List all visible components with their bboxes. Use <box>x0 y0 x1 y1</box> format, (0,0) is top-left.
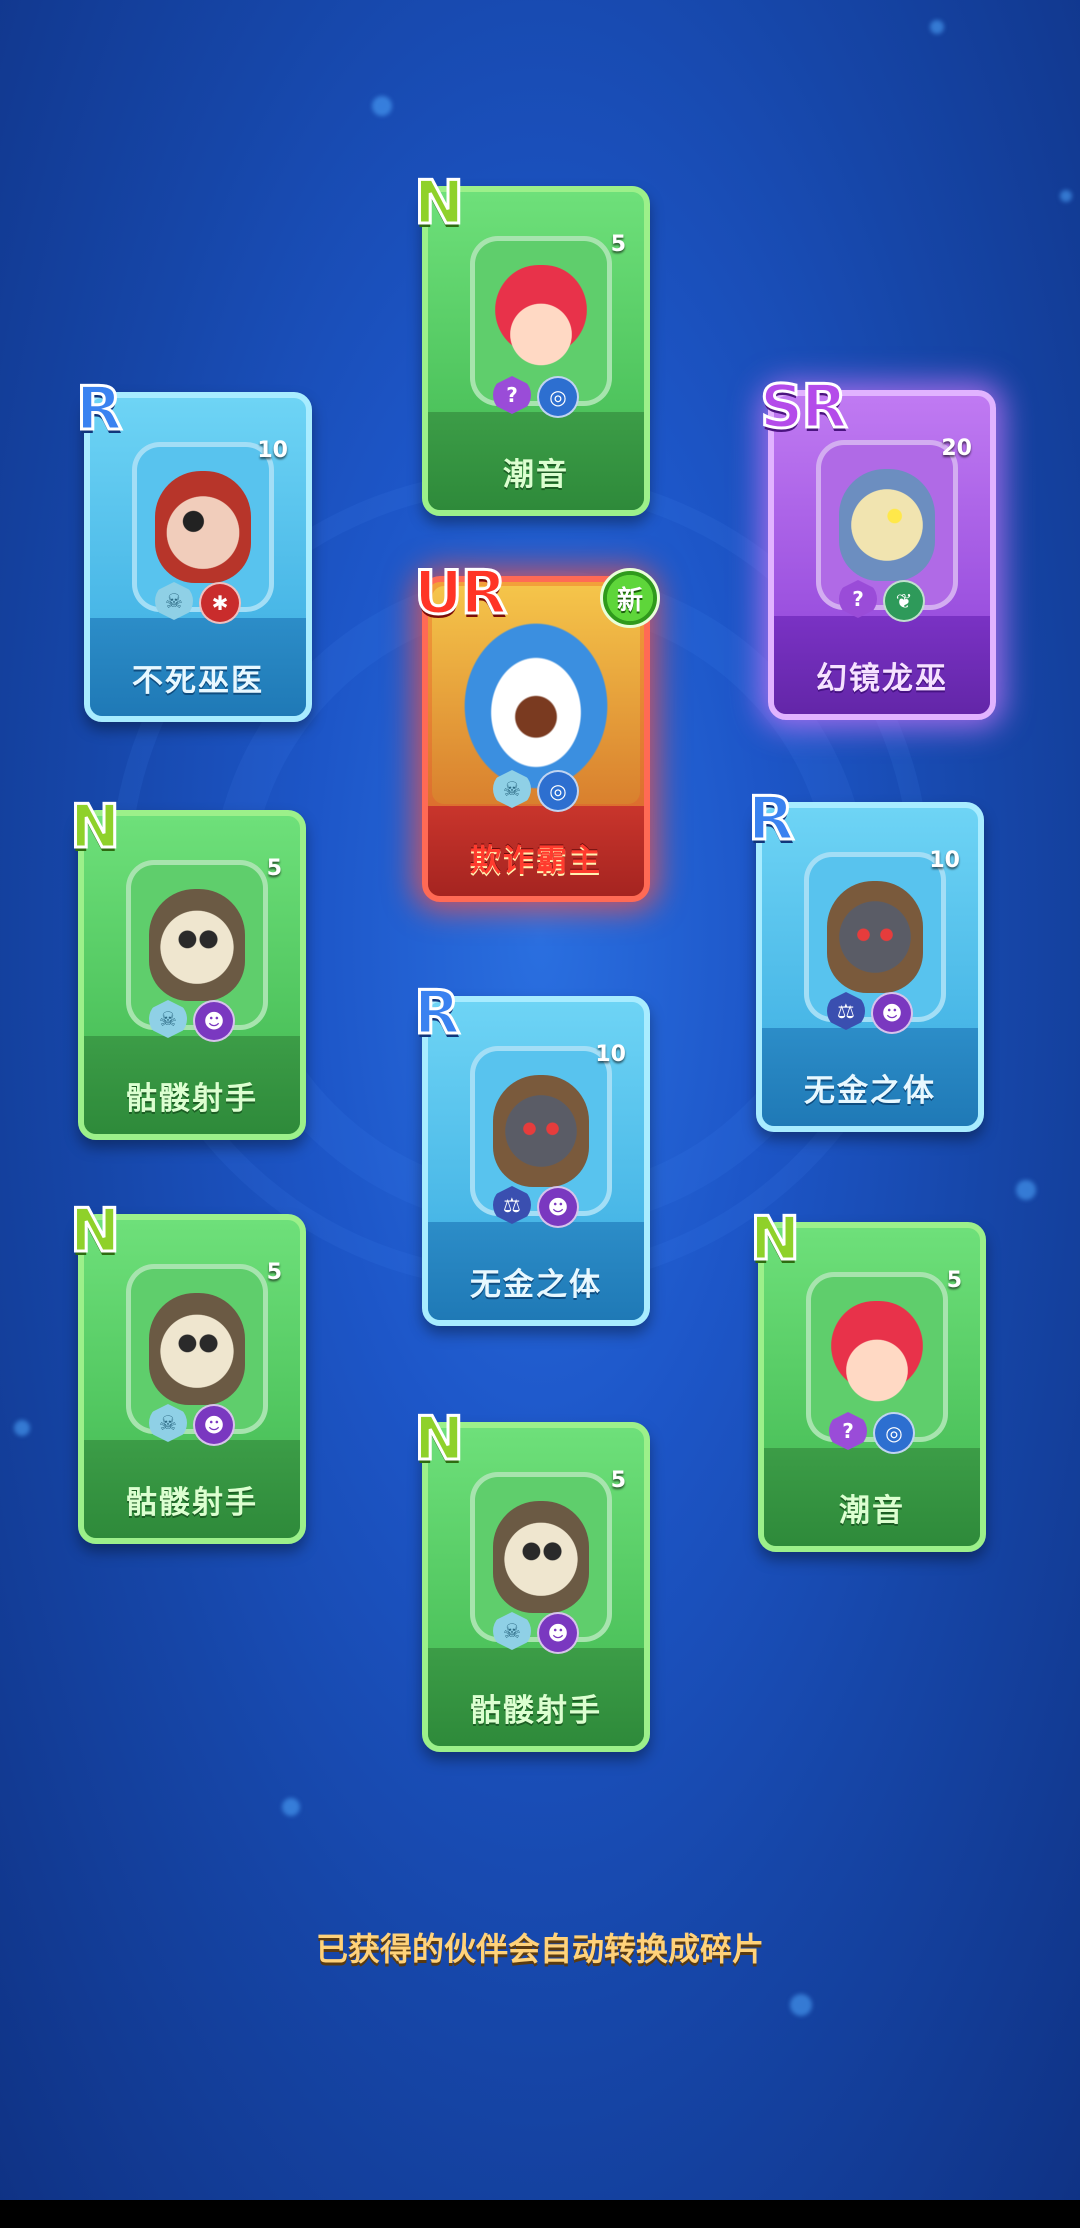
death-icon: ☻ <box>193 1000 235 1042</box>
death-icon: ☻ <box>193 1404 235 1446</box>
justice-icon: ⚖ <box>827 992 865 1030</box>
system-bottom-bar <box>0 2200 1080 2228</box>
fragment-count: 10 <box>257 438 288 463</box>
crew-icon: ☠ <box>493 1612 531 1650</box>
death-icon: ☻ <box>537 1612 579 1654</box>
mermaid-portrait-icon <box>493 265 589 377</box>
mystery-icon: ? <box>829 1412 867 1450</box>
water-icon: ◎ <box>873 1412 915 1454</box>
card-name: 无金之体 <box>804 1073 936 1109</box>
trait-badges: ☠ ☻ <box>78 1404 306 1446</box>
background-sparkle <box>14 1420 30 1436</box>
fragment-count: 10 <box>595 1042 626 1067</box>
trait-badges: ☠ ☻ <box>78 1000 306 1042</box>
dragon-portrait-icon <box>839 469 935 581</box>
background-sparkle <box>790 1994 812 2016</box>
background-sparkle <box>282 1798 300 1816</box>
partner-card[interactable]: 10 ⚖ ☻ 无金之体 R <box>746 783 984 1132</box>
trait-badges: ⚖ ☻ <box>756 992 984 1034</box>
skull-portrait-icon <box>149 1293 245 1405</box>
trait-badges: ? ◎ <box>422 376 650 418</box>
partner-card[interactable]: 5 ? ◎ 潮音 N <box>748 1203 986 1552</box>
trait-badges: ⚖ ☻ <box>422 1186 650 1228</box>
card-name: 骷髅射手 <box>470 1693 602 1729</box>
fragment-count: 20 <box>941 436 972 461</box>
crew-icon: ☠ <box>149 1404 187 1442</box>
knight-portrait-icon <box>827 881 923 993</box>
beast-icon: ✱ <box>199 582 241 624</box>
trait-badges: ? ❦ <box>768 580 996 622</box>
death-icon: ☻ <box>871 992 913 1034</box>
card-name: 骷髅射手 <box>126 1081 258 1117</box>
fragment-count: 5 <box>266 856 282 881</box>
trait-badges: ? ◎ <box>758 1412 986 1454</box>
partner-card[interactable]: 5 ☠ ☻ 骷髅射手 N <box>68 791 306 1140</box>
pirate-portrait-icon <box>155 471 251 583</box>
partner-card[interactable]: 10 ☠ ✱ 不死巫医 R <box>74 373 312 722</box>
nature-icon: ❦ <box>883 580 925 622</box>
partner-card[interactable]: 10 ⚖ ☻ 无金之体 R <box>412 977 650 1326</box>
rarity-label: N <box>412 167 465 240</box>
water-icon: ◎ <box>537 770 579 812</box>
rarity-label: N <box>68 791 121 864</box>
card-name: 幻镜龙巫 <box>816 661 948 697</box>
trait-badges: ☠ ☻ <box>422 1612 650 1654</box>
knight-portrait-icon <box>493 1075 589 1187</box>
card-name: 潮音 <box>503 457 569 493</box>
partner-card[interactable]: 20 ? ❦ 幻镜龙巫 SR <box>758 371 996 720</box>
mystery-icon: ? <box>839 580 877 618</box>
trait-badges: ☠ ◎ <box>422 770 650 812</box>
fragment-count: 5 <box>946 1268 962 1293</box>
background-sparkle <box>1060 190 1072 202</box>
background-sparkle <box>1016 1180 1036 1200</box>
fragment-count: 5 <box>610 1468 626 1493</box>
crew-icon: ☠ <box>155 582 193 620</box>
water-icon: ◎ <box>537 376 579 418</box>
partner-card[interactable]: 5 ☠ ☻ 骷髅射手 N <box>412 1403 650 1752</box>
fragment-count: 10 <box>929 848 960 873</box>
rarity-label: N <box>748 1203 801 1276</box>
justice-icon: ⚖ <box>493 1186 531 1224</box>
mystery-icon: ? <box>493 376 531 414</box>
fragment-count: 5 <box>266 1260 282 1285</box>
card-name: 潮音 <box>839 1493 905 1529</box>
skull-portrait-icon <box>493 1501 589 1613</box>
partner-card[interactable]: 5 ☠ ☻ 骷髅射手 N <box>68 1195 306 1544</box>
background-sparkle <box>372 96 392 116</box>
rarity-label: UR <box>413 557 509 630</box>
death-icon: ☻ <box>537 1186 579 1228</box>
rarity-label: SR <box>758 371 848 444</box>
rarity-label: N <box>68 1195 121 1268</box>
rarity-label: R <box>746 783 795 856</box>
new-badge: 新 <box>600 568 660 628</box>
rarity-label: N <box>412 1403 465 1476</box>
conversion-hint: 已获得的伙伴会自动转换成碎片 <box>315 1930 764 1968</box>
card-name: 不死巫医 <box>132 663 264 699</box>
mermaid-portrait-icon <box>829 1301 925 1413</box>
card-name: 骷髅射手 <box>126 1485 258 1521</box>
fragment-count: 5 <box>610 232 626 257</box>
rarity-label: R <box>412 977 461 1050</box>
crew-icon: ☠ <box>493 770 531 808</box>
card-name: 欺诈霸主 <box>470 843 602 879</box>
partner-card[interactable]: 5 ? ◎ 潮音 N <box>412 167 650 516</box>
rarity-label: R <box>74 373 123 446</box>
crew-icon: ☠ <box>149 1000 187 1038</box>
background-sparkle <box>930 20 944 34</box>
skull-portrait-icon <box>149 889 245 1001</box>
trait-badges: ☠ ✱ <box>84 582 312 624</box>
partner-card[interactable]: ☠ ◎ 欺诈霸主 UR 新 <box>413 557 660 902</box>
card-name: 无金之体 <box>470 1267 602 1303</box>
